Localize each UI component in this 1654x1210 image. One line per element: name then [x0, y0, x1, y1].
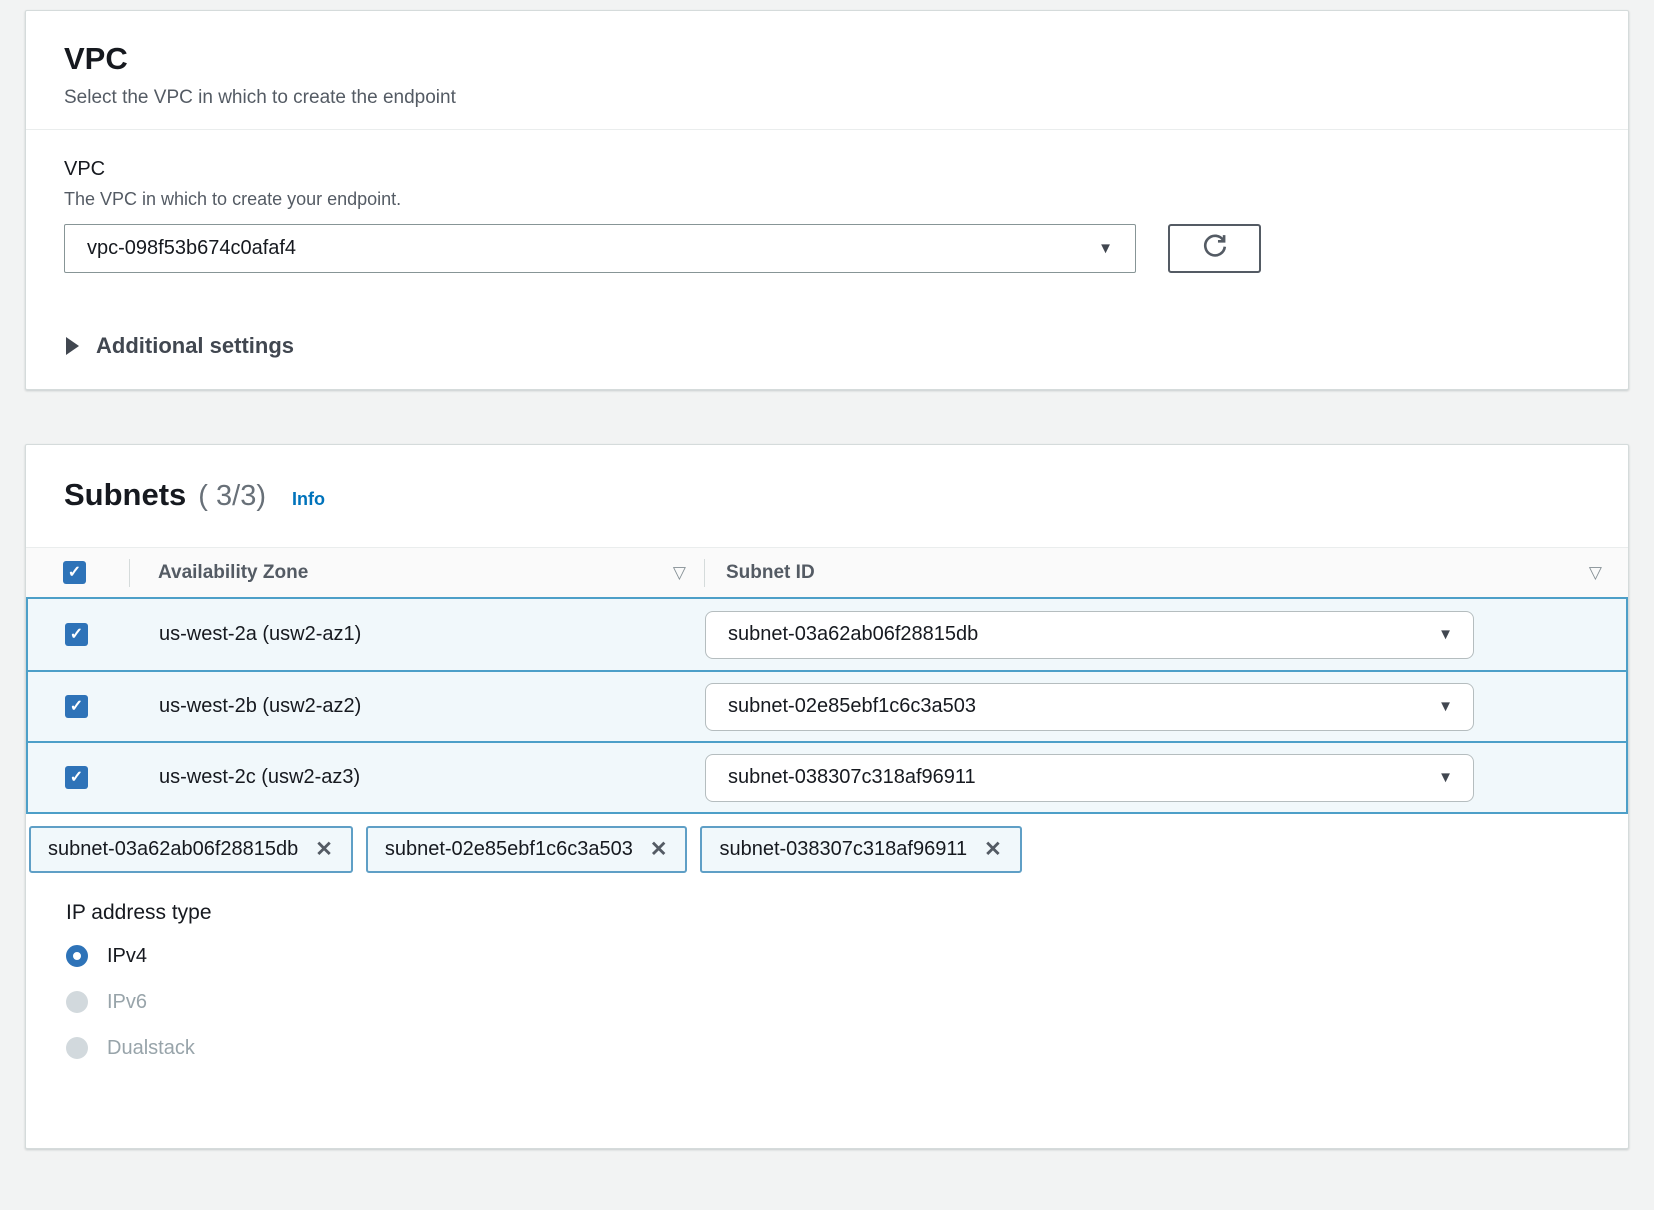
sort-icon[interactable]: ▽: [673, 563, 686, 583]
radio-label: Dualstack: [107, 1037, 195, 1060]
vpc-card-title: VPC: [64, 41, 1590, 77]
vpc-card-header: VPC Select the VPC in which to create th…: [26, 11, 1628, 129]
check-icon: ✓: [68, 565, 81, 581]
check-icon: ✓: [70, 627, 83, 643]
sort-icon[interactable]: ▽: [1589, 563, 1602, 583]
subnets-card-header: Subnets ( 3/3) Info: [26, 445, 1628, 547]
table-row: ✓ us-west-2c (usw2-az3) subnet-038307c31…: [28, 741, 1626, 812]
ip-address-type-label: IP address type: [66, 901, 1590, 925]
column-header-subnet-id: Subnet ID: [726, 562, 815, 584]
ip-address-type-section: IP address type IPv4 IPv6 Dualstack: [26, 873, 1628, 1148]
close-icon[interactable]: ✕: [315, 839, 333, 860]
subnet-select[interactable]: subnet-03a62ab06f28815db ▼: [705, 611, 1474, 659]
close-icon[interactable]: ✕: [984, 839, 1002, 860]
caret-down-icon: ▼: [1438, 627, 1453, 642]
subnets-section-card: Subnets ( 3/3) Info ✓ Availability Zone …: [25, 444, 1629, 1149]
row-checkbox[interactable]: ✓: [65, 695, 88, 718]
vpc-field-label: VPC: [64, 158, 1590, 181]
additional-settings-label: Additional settings: [96, 333, 294, 359]
refresh-icon: [1201, 232, 1229, 265]
column-header-availability-zone: Availability Zone: [158, 562, 308, 584]
radio-disabled-icon: [66, 991, 88, 1013]
subnets-count: ( 3/3): [198, 480, 266, 513]
subnet-select-value: subnet-038307c318af96911: [728, 766, 976, 789]
subnets-card-title: Subnets: [64, 477, 186, 513]
subnet-chip: subnet-03a62ab06f28815db ✕: [29, 826, 353, 873]
availability-zone-cell: us-west-2a (usw2-az1): [131, 623, 705, 646]
radio-label: IPv4: [107, 945, 147, 968]
radio-option-ipv6: IPv6: [66, 987, 1590, 1017]
subnet-chip: subnet-02e85ebf1c6c3a503 ✕: [366, 826, 688, 873]
subnet-select[interactable]: subnet-02e85ebf1c6c3a503 ▼: [705, 683, 1474, 731]
caret-down-icon: ▼: [1438, 770, 1453, 785]
selected-subnet-chips: subnet-03a62ab06f28815db ✕ subnet-02e85e…: [26, 814, 1628, 873]
subnet-select-value: subnet-02e85ebf1c6c3a503: [728, 695, 976, 718]
check-icon: ✓: [70, 699, 83, 715]
caret-down-icon: ▼: [1098, 241, 1113, 256]
row-checkbox[interactable]: ✓: [65, 766, 88, 789]
subnets-table-body: ✓ us-west-2a (usw2-az1) subnet-03a62ab06…: [26, 597, 1628, 814]
vpc-select-value: vpc-098f53b674c0afaf4: [87, 237, 296, 260]
close-icon[interactable]: ✕: [650, 839, 668, 860]
table-row: ✓ us-west-2a (usw2-az1) subnet-03a62ab06…: [28, 599, 1626, 670]
info-link[interactable]: Info: [292, 489, 325, 510]
radio-option-ipv4[interactable]: IPv4: [66, 941, 1590, 971]
vpc-select[interactable]: vpc-098f53b674c0afaf4 ▼: [64, 224, 1136, 273]
subnet-select[interactable]: subnet-038307c318af96911 ▼: [705, 754, 1474, 802]
availability-zone-cell: us-west-2b (usw2-az2): [131, 695, 705, 718]
refresh-button[interactable]: [1168, 224, 1261, 273]
radio-option-dualstack: Dualstack: [66, 1033, 1590, 1063]
chip-label: subnet-038307c318af96911: [719, 838, 967, 861]
additional-settings-expander[interactable]: Additional settings: [26, 307, 1628, 389]
vpc-field-section: VPC The VPC in which to create your endp…: [26, 130, 1628, 307]
caret-down-icon: ▼: [1438, 699, 1453, 714]
chip-label: subnet-03a62ab06f28815db: [48, 838, 298, 861]
subnets-table-header: ✓ Availability Zone ▽ Subnet ID ▽: [26, 547, 1628, 597]
vpc-field-description: The VPC in which to create your endpoint…: [64, 189, 1590, 210]
radio-selected-icon[interactable]: [66, 945, 88, 967]
radio-label: IPv6: [107, 991, 147, 1014]
vpc-card-subtitle: Select the VPC in which to create the en…: [64, 87, 1590, 109]
select-all-checkbox[interactable]: ✓: [63, 561, 86, 584]
subnet-chip: subnet-038307c318af96911 ✕: [700, 826, 1021, 873]
expander-triangle-icon: [66, 337, 79, 355]
subnet-select-value: subnet-03a62ab06f28815db: [728, 623, 978, 646]
availability-zone-cell: us-west-2c (usw2-az3): [131, 766, 705, 789]
check-icon: ✓: [70, 770, 83, 786]
chip-label: subnet-02e85ebf1c6c3a503: [385, 838, 633, 861]
radio-disabled-icon: [66, 1037, 88, 1059]
table-row: ✓ us-west-2b (usw2-az2) subnet-02e85ebf1…: [28, 670, 1626, 741]
vpc-section-card: VPC Select the VPC in which to create th…: [25, 10, 1629, 390]
row-checkbox[interactable]: ✓: [65, 623, 88, 646]
